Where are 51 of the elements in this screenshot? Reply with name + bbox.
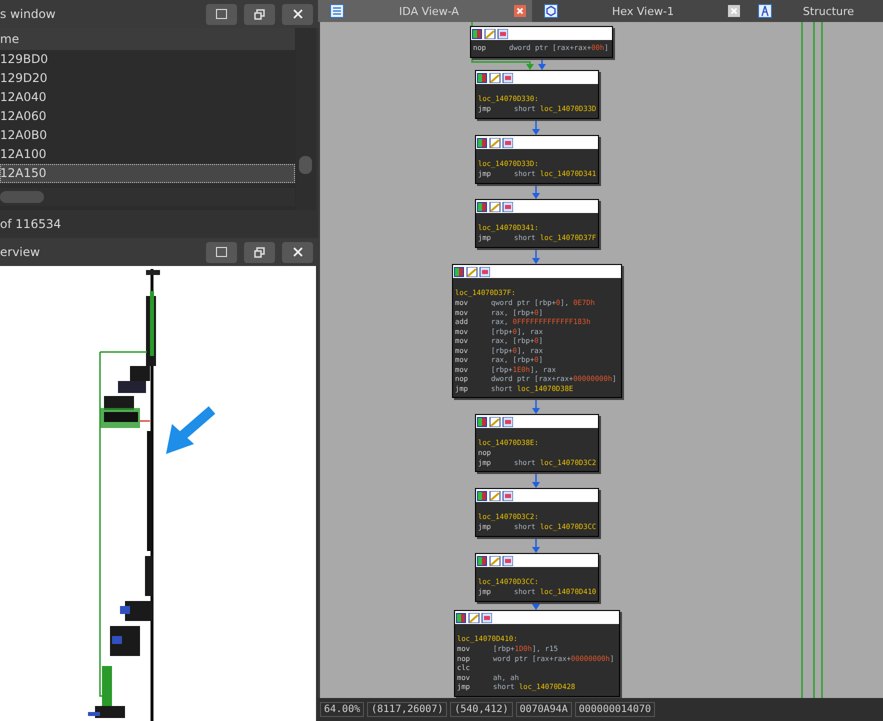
function-row[interactable]: 12A150 [0,164,295,183]
edge-arrow [532,398,540,414]
status-field: 0070A94A [516,702,572,717]
code-block[interactable] [452,264,622,398]
block-toolbar-icon[interactable] [477,138,513,148]
block-toolbar-icon[interactable] [477,202,513,212]
status-field: 000000014070 [574,702,655,717]
view-tab[interactable]: Hex View-1 [532,0,746,22]
status-field: (8117,26007) [367,702,448,717]
function-row[interactable]: 129BD0 [0,50,295,69]
restore-icon [254,8,265,20]
status-field: (540,412) [450,702,513,717]
block-toolbar-icon[interactable] [477,556,513,566]
panel-title: erview [0,245,40,259]
restore-button[interactable] [244,242,275,262]
restore-button[interactable] [244,4,275,24]
block-toolbar-icon[interactable] [477,72,513,82]
function-row[interactable]: 129D20 [0,69,295,88]
structure-icon [758,4,772,18]
close-icon [292,9,302,19]
block-toolbar-icon[interactable] [454,266,490,276]
function-row[interactable]: 12A0B0 [0,126,295,145]
close-icon [292,247,302,257]
function-row[interactable]: 12A100 [0,145,295,164]
close-button[interactable] [282,4,313,24]
status-field: 64.00% [320,702,364,717]
block-toolbar-icon[interactable] [472,28,508,38]
function-count: of 116534 [0,216,62,233]
view-tab[interactable]: IDA View-A [318,0,532,22]
block-toolbar-icon[interactable] [477,490,513,500]
edge-arrow [532,184,540,199]
maximize-button[interactable] [206,4,237,24]
edge-arrow [532,248,540,264]
edge-arrow [532,536,540,553]
restore-icon [254,246,265,258]
function-row[interactable]: 12A040 [0,88,295,107]
block-toolbar-icon[interactable] [456,612,492,622]
panel-title: s window [0,7,56,21]
maximize-button[interactable] [206,242,237,262]
hexagon-icon [544,4,558,18]
edge-arrow [532,118,540,135]
document-icon [330,4,344,18]
view-tab[interactable]: Structure [746,0,883,22]
function-row[interactable]: 12A060 [0,107,295,126]
block-toolbar-icon[interactable] [477,416,513,426]
horizontal-scrollbar[interactable] [0,188,295,206]
edge-arrow [532,472,540,488]
close-button[interactable] [282,242,313,262]
column-header[interactable]: me [0,28,295,50]
close-icon[interactable] [514,5,526,17]
pointer-arrow [166,406,216,454]
